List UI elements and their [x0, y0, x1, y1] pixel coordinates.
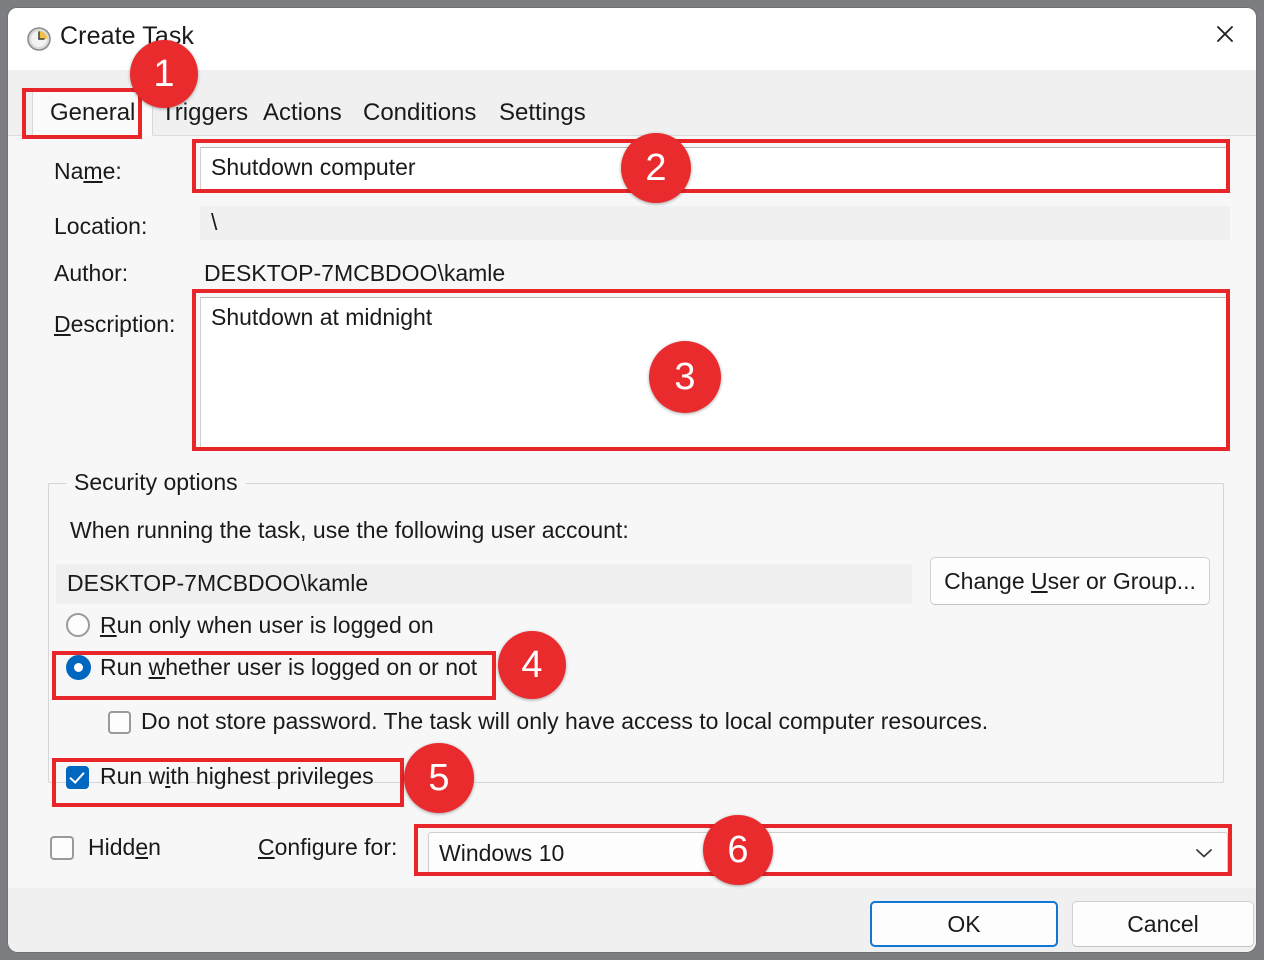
- checkbox-do-not-store-password[interactable]: [108, 711, 131, 734]
- tab-settings[interactable]: Settings: [482, 90, 603, 136]
- tab-label: General: [50, 99, 136, 126]
- dialog-footer: OK Cancel: [8, 888, 1256, 952]
- tab-actions[interactable]: Actions: [246, 90, 359, 136]
- name-label: Name:: [54, 158, 122, 184]
- callout-badge-1: 1: [130, 40, 198, 108]
- checkbox-run-highest-privileges-label[interactable]: Run with highest privileges: [100, 763, 374, 790]
- configure-for-label: Configure for:: [258, 834, 398, 860]
- chevron-down-icon: [1195, 846, 1213, 864]
- security-options-legend: Security options: [66, 469, 246, 496]
- configure-for-value: Windows 10: [439, 840, 565, 866]
- tab-label: Actions: [263, 99, 342, 126]
- user-account-value: DESKTOP-7MCBDOO\kamle: [67, 570, 369, 596]
- radio-run-whether-logged-on[interactable]: [66, 655, 91, 680]
- create-task-dialog: Create Task General Triggers Actions Con…: [8, 8, 1256, 952]
- checkbox-hidden-label[interactable]: Hidden: [88, 834, 161, 861]
- callout-badge-2: 2: [621, 133, 691, 203]
- description-label: Description:: [54, 311, 176, 337]
- author-value: DESKTOP-7MCBDOO\kamle: [204, 260, 506, 286]
- description-value: Shutdown at midnight: [211, 304, 433, 330]
- callout-badge-5: 5: [404, 743, 474, 813]
- tab-label: Settings: [499, 99, 586, 126]
- callout-badge-4: 4: [498, 631, 566, 699]
- close-icon: [1217, 26, 1233, 42]
- tab-general[interactable]: General: [32, 90, 154, 136]
- checkbox-do-not-store-password-label[interactable]: Do not store password. The task will onl…: [141, 708, 988, 735]
- tab-label: Conditions: [363, 99, 477, 126]
- location-label: Location:: [54, 213, 148, 239]
- callout-badge-3: 3: [649, 341, 721, 413]
- location-value-field: \: [200, 206, 1230, 240]
- radio-run-whether-logged-on-label[interactable]: Run whether user is logged on or not: [100, 654, 477, 681]
- close-button[interactable]: [1194, 8, 1256, 60]
- radio-run-only-logged-on[interactable]: [66, 613, 90, 637]
- change-user-or-group-button[interactable]: Change User or Group...: [930, 557, 1210, 605]
- checkbox-hidden[interactable]: [50, 836, 74, 860]
- cancel-button[interactable]: Cancel: [1072, 901, 1254, 947]
- user-account-field: DESKTOP-7MCBDOO\kamle: [56, 564, 912, 604]
- location-value: \: [211, 209, 218, 235]
- checkbox-run-highest-privileges[interactable]: [66, 766, 89, 789]
- name-input[interactable]: Shutdown computer: [200, 147, 1230, 193]
- callout-badge-6: 6: [703, 815, 773, 885]
- radio-run-only-logged-on-label[interactable]: Run only when user is logged on: [100, 612, 434, 639]
- author-label: Author:: [54, 260, 129, 286]
- clock-schedule-icon: [26, 26, 52, 52]
- tab-conditions[interactable]: Conditions: [346, 90, 493, 136]
- configure-for-dropdown[interactable]: Windows 10: [428, 832, 1228, 874]
- general-tab-panel: Name: Shutdown computer Location: \ Auth…: [8, 136, 1256, 888]
- ok-button[interactable]: OK: [870, 901, 1058, 947]
- name-value: Shutdown computer: [211, 154, 416, 180]
- account-prompt: When running the task, use the following…: [70, 517, 629, 543]
